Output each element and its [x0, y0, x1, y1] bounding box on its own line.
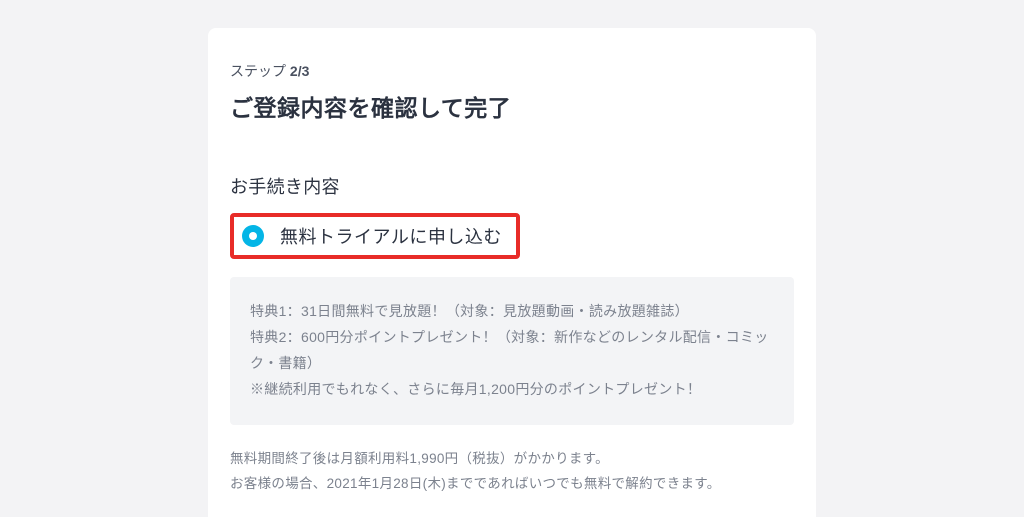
page-title: ご登録内容を確認して完了	[230, 89, 794, 123]
free-trial-option-highlight[interactable]: 無料トライアルに申し込む	[230, 213, 520, 259]
radio-selected-icon	[242, 225, 264, 247]
step-total: 3	[302, 63, 310, 79]
fine-print-line-2: お客様の場合、2021年1月28日(木)までであればいつでも無料で解約できます。	[230, 472, 794, 497]
benefit-line-1: 特典1：31日間無料で見放題！（対象：見放題動画・読み放題雑誌）	[250, 299, 774, 325]
registration-card: ステップ 2/3 ご登録内容を確認して完了 お手続き内容 無料トライアルに申し込…	[208, 28, 816, 517]
benefit-line-2: 特典2：600円分ポイントプレゼント！（対象：新作などのレンタル配信・コミック・…	[250, 325, 774, 377]
benefit-line-3: ※継続利用でもれなく、さらに毎月1,200円分のポイントプレゼント！	[250, 377, 774, 403]
step-prefix: ステップ	[230, 63, 290, 79]
section-heading: お手続き内容	[230, 173, 794, 199]
benefits-box: 特典1：31日間無料で見放題！（対象：見放題動画・読み放題雑誌） 特典2：600…	[230, 277, 794, 425]
step-current: 2	[290, 63, 298, 79]
fine-print: 無料期間終了後は月額利用料1,990円（税抜）がかかります。 お客様の場合、20…	[230, 447, 794, 497]
step-indicator: ステップ 2/3	[230, 61, 794, 81]
fine-print-line-1: 無料期間終了後は月額利用料1,990円（税抜）がかかります。	[230, 447, 794, 472]
free-trial-label: 無料トライアルに申し込む	[280, 223, 502, 249]
